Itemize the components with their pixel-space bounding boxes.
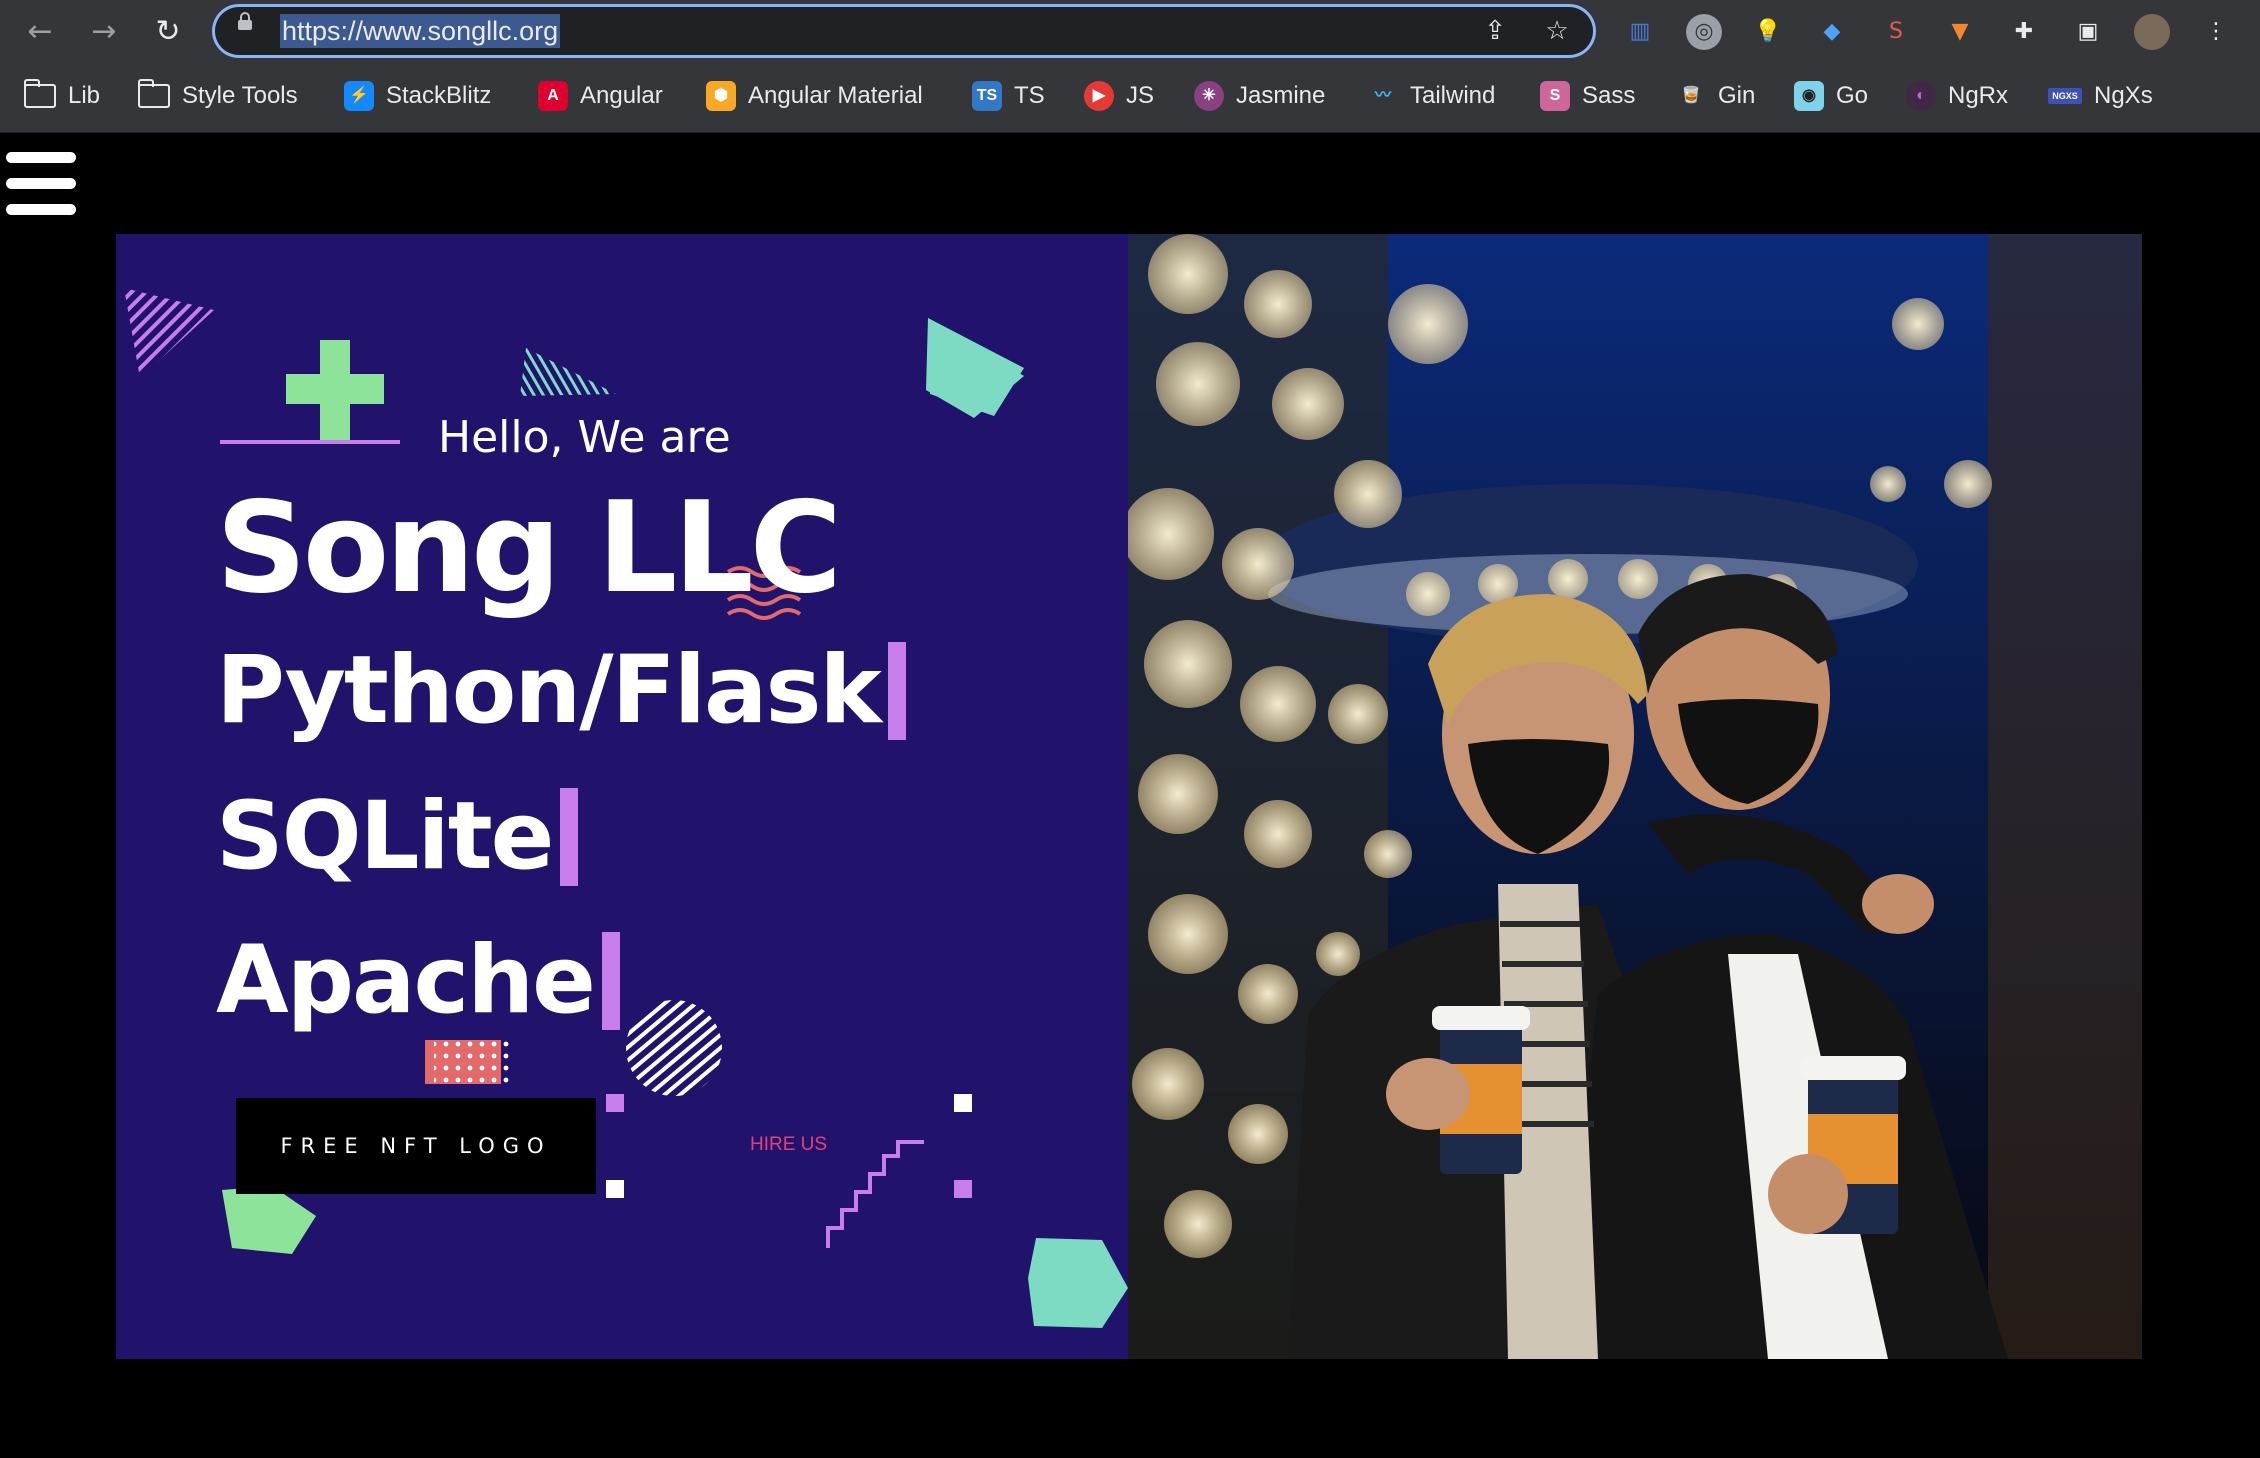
decorative-square — [954, 1094, 972, 1112]
bookmark-item[interactable]: 〰 Tailwind — [1368, 78, 1495, 114]
bookmark-item[interactable]: ⚡ StackBlitz — [344, 78, 491, 114]
profile-avatar[interactable] — [2134, 14, 2170, 50]
ngrx-icon: ◐ — [1906, 81, 1936, 111]
stackblitz-icon: ⚡ — [344, 81, 374, 111]
menu-dots-icon[interactable]: ⋮ — [2198, 14, 2234, 50]
bookmark-item[interactable]: ◐ NgRx — [1906, 78, 2008, 114]
extension-1-icon[interactable]: ▥ — [1622, 14, 1658, 50]
hamburger-menu-icon[interactable] — [6, 150, 76, 216]
extension-5-icon[interactable]: S — [1878, 14, 1914, 50]
hero-greeting: Hello, We are — [438, 412, 731, 463]
bookmark-label: StackBlitz — [386, 82, 492, 109]
bookmark-label: Style Tools — [182, 82, 298, 109]
bookmark-label: Lib — [68, 82, 101, 109]
forward-icon[interactable]: → — [84, 12, 124, 52]
address-bar[interactable]: https://www.songllc.org ⇪ ☆ — [212, 4, 1596, 58]
ngxs-icon: NGXS — [2048, 88, 2082, 104]
photo-of-two-people-holding-coffee — [1128, 234, 2142, 1359]
extension-2-icon[interactable]: ◎ — [1686, 14, 1722, 50]
hero-photo — [1128, 234, 2142, 1359]
bookmark-label: Sass — [1582, 82, 1636, 109]
free-nft-logo-button[interactable]: FREE NFT LOGO — [236, 1098, 596, 1194]
gin-icon: 🥃 — [1681, 87, 1701, 104]
extension-3-icon[interactable]: 💡 — [1750, 14, 1786, 50]
bookmark-label: NgXs — [2094, 82, 2153, 109]
bookmark-item[interactable]: ✳ Jasmine — [1194, 78, 1325, 114]
bookmark-item[interactable]: S Sass — [1540, 78, 1635, 114]
browser-toolbar: ← → ↻ https://www.songllc.org ⇪ ☆ ▥ ◎ 💡 … — [0, 0, 2260, 64]
bookmark-item[interactable]: 🥃 Gin — [1676, 78, 1755, 114]
bookmark-label: NgRx — [1948, 82, 2009, 109]
tech-label: SQLite — [216, 782, 554, 891]
typing-cursor — [560, 787, 579, 886]
tech-label: Python/Flask — [216, 636, 882, 745]
url-text[interactable]: https://www.songllc.org — [280, 14, 561, 48]
back-icon[interactable]: ← — [20, 12, 60, 52]
metamask-icon[interactable]: ▼ — [1942, 14, 1978, 50]
folder-icon — [138, 79, 170, 108]
lock-icon — [238, 12, 252, 30]
bookmark-item[interactable]: NGXS NgXs — [2048, 78, 2153, 114]
bookmark-item[interactable]: Lib — [24, 78, 100, 114]
bookmark-label: JS — [1126, 82, 1155, 109]
hire-us-link[interactable]: HIRE US — [750, 1134, 827, 1156]
bookmark-item[interactable]: A Angular — [538, 78, 663, 114]
typescript-icon: TS — [972, 81, 1002, 111]
bookmark-label: Angular — [580, 82, 663, 109]
go-icon: ◉ — [1794, 81, 1824, 111]
reload-icon[interactable]: ↻ — [148, 12, 188, 52]
bookmark-label: TS — [1014, 82, 1045, 109]
bookmark-label: Angular Material — [748, 82, 923, 109]
bookmarks-bar: Lib Style Tools ⚡ StackBlitz A Angular ⬢ An… — [0, 64, 2260, 133]
typing-cursor — [887, 641, 906, 740]
extension-4-icon[interactable]: ◆ — [1814, 14, 1850, 50]
bookmark-label: Tailwind — [1410, 82, 1496, 109]
bookmark-item[interactable]: ◉ Go — [1794, 78, 1868, 114]
extensions-puzzle-icon[interactable]: ✚ — [2006, 14, 2042, 50]
tech-line: Python/Flask — [216, 636, 906, 745]
folder-icon — [24, 79, 56, 108]
hero-brand-title: Song LLC — [216, 474, 842, 621]
sidepanel-icon[interactable]: ▣ — [2070, 14, 2106, 50]
sass-icon: S — [1540, 81, 1570, 111]
angular-icon: A — [538, 81, 568, 111]
typing-cursor — [601, 931, 620, 1030]
angular-material-icon: ⬢ — [706, 81, 736, 111]
bookmark-star-icon[interactable]: ☆ — [1542, 16, 1572, 46]
bookmark-item[interactable]: Style Tools — [138, 78, 298, 114]
decorative-square — [954, 1180, 972, 1198]
bookmark-item[interactable]: TS TS — [972, 78, 1045, 114]
bookmark-item[interactable]: ▶ JS — [1084, 78, 1154, 114]
jasmine-icon: ✳ — [1194, 81, 1224, 111]
bookmark-label: Jasmine — [1236, 82, 1326, 109]
decorative-square — [606, 1094, 624, 1112]
bookmark-item[interactable]: ⬢ Angular Material — [706, 78, 923, 114]
decorative-square — [606, 1180, 624, 1198]
share-icon[interactable]: ⇪ — [1480, 16, 1510, 46]
tech-line: SQLite — [216, 782, 579, 891]
bookmark-label: Gin — [1718, 82, 1756, 109]
tailwind-icon: 〰 — [1374, 87, 1391, 104]
tech-line: Apache — [216, 926, 620, 1035]
hero-section: Hello, We are Song LLC Python/Flask SQLi… — [116, 234, 1128, 1359]
javascript-icon: ▶ — [1084, 81, 1114, 111]
bookmark-label: Go — [1836, 82, 1869, 109]
tech-label: Apache — [216, 926, 596, 1035]
